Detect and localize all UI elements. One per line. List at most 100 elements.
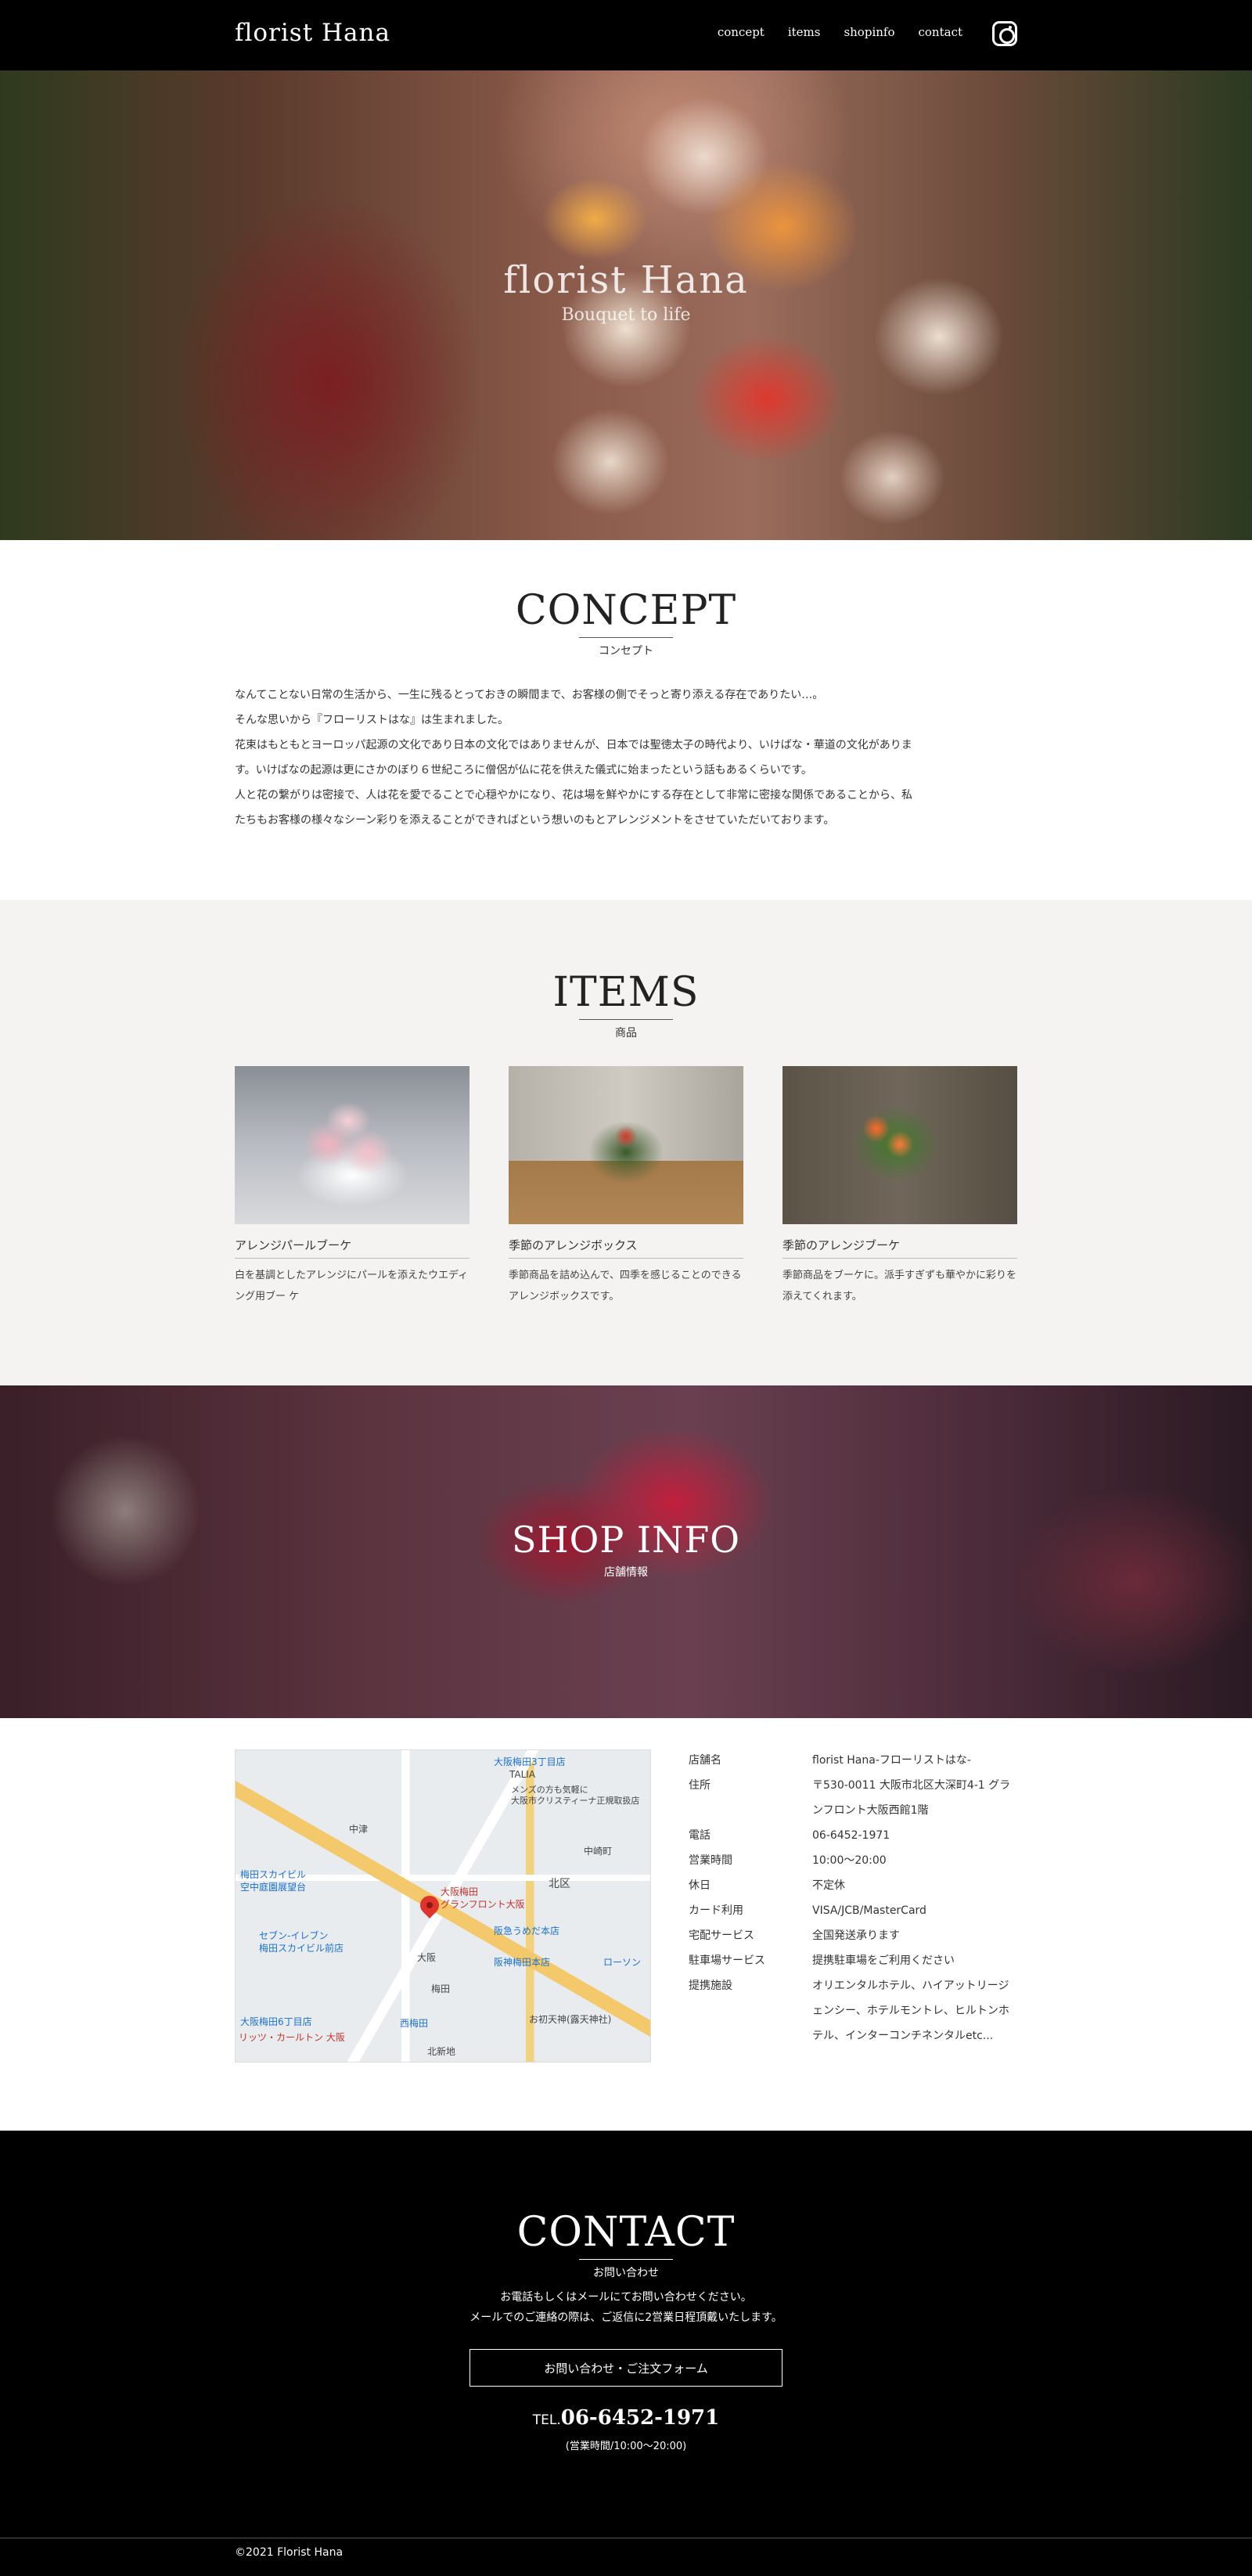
concept-subtitle: コンセプト: [599, 645, 653, 658]
tel-number[interactable]: 06-6452-1971: [561, 2406, 720, 2430]
contact-text: お電話もしくはメールにてお問い合わせください。 メールでのご連絡の際は、ご返信に…: [0, 2287, 1252, 2328]
concept-paragraph: そんな思いから『フローリストはな』は生まれました。: [235, 714, 509, 726]
info-key: カード利用: [689, 1904, 743, 1917]
info-value: 10:00〜20:00: [812, 1854, 887, 1867]
map-label: 梅田: [431, 1983, 451, 1994]
info-key: 提携施設: [689, 1980, 732, 1992]
store-map[interactable]: 大阪梅田3丁目店 TALIA メンズの方も気軽に 大阪市クリスティーナ正規取扱店…: [235, 1749, 651, 2063]
map-label: 北新地: [427, 2046, 456, 2057]
map-label: グランフロント大阪: [441, 1899, 525, 1910]
site-footer: ©2021 Florist Hana: [0, 2538, 1252, 2576]
info-value: florist Hana-フローリストはな-: [812, 1754, 971, 1767]
item-card: 季節のアレンジブーケ 季節商品をブーケに。派手すぎずも華やかに彩りを添えてくれま…: [782, 1066, 1017, 1307]
concept-section: CONCEPT コンセプト なんてことない日常の生活から、一生に残るとっておきの…: [0, 540, 1252, 900]
map-label: 阪急うめだ本店: [494, 1926, 560, 1937]
map-label: 大阪梅田3丁目店: [494, 1756, 566, 1767]
shop-banner: SHOP INFO 店舗情報: [0, 1385, 1252, 1718]
title-divider: [579, 2259, 673, 2260]
map-label: ローソン: [603, 1957, 642, 1968]
items-section: ITEMS 商品 アレンジパールブーケ 白を基調としたアレンジにパールを添えたウ…: [0, 900, 1252, 1385]
map-label: 中津: [349, 1824, 369, 1835]
item-description: 季節商品を詰め込んで、四季を感じることのできるアレンジボックスです。: [509, 1270, 742, 1302]
info-value: 〒530-0011 大阪市北区大深町4-1 グランフロント大阪西館1階: [812, 1779, 1011, 1817]
concept-text: なんてことない日常の生活から、一生に残るとっておきの瞬間まで、お客様の側でそっと…: [235, 683, 1017, 833]
item-image-arrange-box: [509, 1066, 743, 1224]
instagram-icon[interactable]: [992, 21, 1017, 46]
info-key: 駐車場サービス: [689, 1955, 765, 1967]
info-key: 営業時間: [689, 1854, 732, 1867]
shop-info-table: 店舗名 florist Hana-フローリストはな- 住所 〒530-0011 …: [689, 1748, 1017, 2048]
hero-banner: florist Hana Bouquet to life: [0, 70, 1252, 540]
info-key: 休日: [689, 1879, 711, 1892]
concept-heading: CONCEPT コンセプト: [0, 590, 1252, 658]
map-label: セブン-イレブン: [259, 1930, 329, 1941]
nav-shopinfo[interactable]: shopinfo: [844, 25, 894, 39]
item-name: 季節のアレンジボックス: [509, 1237, 743, 1259]
nav-concept[interactable]: concept: [718, 25, 765, 39]
item-description: 白を基調としたアレンジにパールを添えたウエディング用ブー ケ: [235, 1270, 469, 1302]
business-hours: (営業時間/10:00〜20:00): [565, 2441, 687, 2452]
concept-paragraph: 花束はもともとヨーロッパ起源の文化であり日本の文化ではありませんが、日本では聖徳…: [235, 739, 912, 751]
concept-paragraph: たちもお客様の様々なシーン彩りを添えることができればという想いのもとアレンジメン…: [235, 814, 835, 827]
map-label: 北区: [549, 1878, 570, 1890]
info-key: 住所: [689, 1779, 711, 1792]
map-label: 中崎町: [584, 1846, 613, 1857]
map-label: 西梅田: [400, 2018, 429, 2029]
info-row: 店舗名 florist Hana-フローリストはな-: [689, 1748, 1017, 1773]
info-value: VISA/JCB/MasterCard: [812, 1904, 926, 1917]
concept-paragraph: 人と花の繋がりは密接で、人は花を愛でることで心穏やかになり、花は場を鮮やかにする…: [235, 789, 913, 802]
contact-heading: CONTACT お問い合わせ: [0, 2212, 1252, 2280]
main-nav: concept items shopinfo contact: [718, 25, 962, 39]
concept-title: CONCEPT: [515, 587, 737, 634]
site-logo[interactable]: florist Hana: [235, 19, 390, 47]
items-title: ITEMS: [552, 969, 700, 1016]
shop-info-section: 大阪梅田3丁目店 TALIA メンズの方も気軽に 大阪市クリスティーナ正規取扱店…: [0, 1718, 1252, 2131]
map-label: 阪神梅田本店: [494, 1957, 551, 1968]
shop-title: SHOP INFO: [512, 1519, 740, 1561]
info-key: 宅配サービス: [689, 1929, 754, 1942]
concept-paragraph: なんてことない日常の生活から、一生に残るとっておきの瞬間まで、お客様の側でそっと…: [235, 689, 824, 701]
contact-line: お電話もしくはメールにてお問い合わせください。: [500, 2291, 752, 2304]
contact-form-button[interactable]: お問い合わせ・ご注文フォーム: [470, 2349, 782, 2387]
info-row: カード利用 VISA/JCB/MasterCard: [689, 1898, 1017, 1923]
items-subtitle: 商品: [615, 1027, 637, 1039]
nav-contact[interactable]: contact: [919, 25, 963, 39]
site-header: florist Hana concept items shopinfo cont…: [0, 0, 1252, 70]
map-label: お初天神(露天神社): [529, 2014, 612, 2025]
item-card: アレンジパールブーケ 白を基調としたアレンジにパールを添えたウエディング用ブー …: [235, 1066, 470, 1307]
map-label: 大阪: [417, 1952, 437, 1963]
map-label: 大阪梅田: [441, 1886, 479, 1897]
hero-title: florist Hana: [503, 258, 749, 302]
map-label: 梅田スカイビル前店: [259, 1943, 344, 1954]
info-value: オリエンタルホテル、ハイアットリージェンシー、ホテルモントレ、ヒルトンホテル、イ…: [812, 1980, 1009, 2042]
phone-number[interactable]: TEL.06-6452-1971: [0, 2406, 1252, 2430]
info-row: 電話 06-6452-1971: [689, 1823, 1017, 1848]
info-value: 提携駐車場をご利用ください: [812, 1955, 955, 1967]
info-row: 宅配サービス 全国発送承ります: [689, 1923, 1017, 1948]
shop-subtitle: 店舗情報: [604, 1566, 648, 1579]
nav-items[interactable]: items: [788, 25, 821, 39]
item-image-seasonal-bouquet: [782, 1066, 1017, 1224]
title-divider: [579, 637, 673, 638]
item-card: 季節のアレンジボックス 季節商品を詰め込んで、四季を感じることのできるアレンジボ…: [509, 1066, 743, 1307]
info-value: 全国発送承ります: [812, 1929, 900, 1942]
map-pin-icon[interactable]: [416, 1892, 443, 1918]
contact-section: CONTACT お問い合わせ お電話もしくはメールにてお問い合わせください。 メ…: [0, 2131, 1252, 2538]
info-row: 住所 〒530-0011 大阪市北区大深町4-1 グランフロント大阪西館1階: [689, 1773, 1017, 1823]
map-label: 梅田スカイビル: [240, 1869, 307, 1880]
concept-paragraph: す。いけばなの起源は更にさかのぼり６世紀ころに僧侶が仏に花を供えた儀式に始まった…: [235, 764, 812, 776]
item-name: 季節のアレンジブーケ: [782, 1237, 1017, 1259]
info-row: 営業時間 10:00〜20:00: [689, 1848, 1017, 1873]
info-row: 休日 不定休: [689, 1873, 1017, 1898]
map-label: リッツ・カールトン 大阪: [239, 2032, 345, 2043]
item-name: アレンジパールブーケ: [235, 1237, 470, 1259]
map-label: 空中庭園展望台: [240, 1882, 307, 1893]
tel-label: TEL.: [532, 2412, 561, 2428]
title-divider: [579, 1019, 673, 1020]
contact-line: メールでのご連絡の際は、ご返信に2営業日程頂戴いたします。: [470, 2311, 782, 2324]
hero-subtitle: Bouquet to life: [561, 305, 691, 325]
map-label: 大阪梅田6丁目店: [240, 2016, 312, 2027]
info-value: 06-6452-1971: [812, 1829, 890, 1842]
info-key: 店舗名: [689, 1754, 721, 1767]
item-description: 季節商品をブーケに。派手すぎずも華やかに彩りを添えてくれます。: [782, 1270, 1017, 1302]
